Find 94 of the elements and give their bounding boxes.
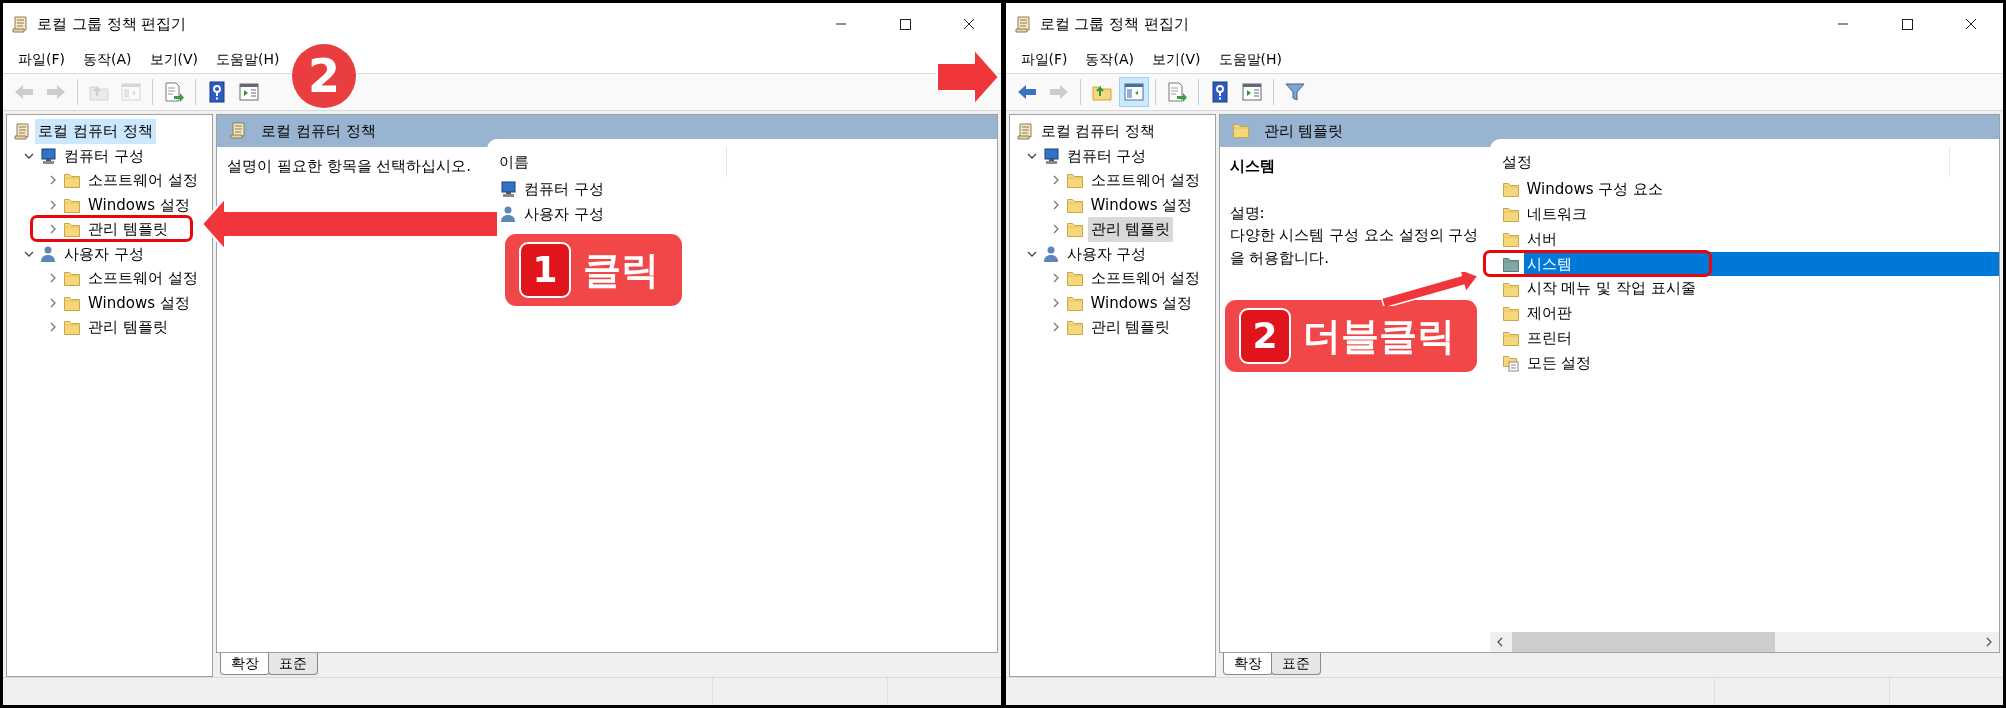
menu-item[interactable]: 동작(A) bbox=[1076, 48, 1143, 70]
menu-item[interactable]: 동작(A) bbox=[74, 48, 141, 70]
tree-item[interactable]: Windows 설정 bbox=[85, 290, 193, 315]
properties-panel-icon bbox=[238, 81, 260, 103]
scroll-icon bbox=[13, 122, 31, 141]
folder-icon bbox=[1501, 304, 1520, 323]
list-item[interactable]: 제어판 bbox=[1523, 301, 1575, 326]
menu-item[interactable]: 파일(F) bbox=[1011, 48, 1077, 70]
user-icon bbox=[499, 205, 517, 224]
menu-item[interactable]: 파일(F) bbox=[9, 48, 74, 70]
list-item[interactable]: Windows 구성 요소 bbox=[1523, 177, 1666, 202]
scroll-icon bbox=[11, 15, 29, 33]
column-header[interactable]: 설정 bbox=[1501, 150, 1532, 174]
window-title: 로컬 그룹 정책 편집기 bbox=[1039, 13, 1189, 35]
tree-item[interactable]: 로컬 컴퓨터 정책 bbox=[35, 119, 156, 144]
tree-item[interactable]: 컴퓨터 구성 bbox=[61, 143, 147, 168]
folder-icon bbox=[63, 220, 81, 239]
folder-icon bbox=[1501, 230, 1520, 248]
step-number: 1 bbox=[519, 242, 571, 298]
view-tab[interactable]: 표준 bbox=[1270, 653, 1321, 675]
step-number: 2 bbox=[1239, 308, 1291, 364]
list-item[interactable]: 시스템 bbox=[1523, 251, 1999, 277]
menu-item[interactable]: 도움말(H) bbox=[1209, 48, 1291, 70]
computer-icon bbox=[499, 180, 517, 199]
user-icon bbox=[1041, 244, 1060, 263]
folder-icon bbox=[63, 171, 81, 190]
column-header[interactable]: 이름 bbox=[499, 150, 529, 174]
tree-item[interactable]: 사용자 구성 bbox=[1063, 241, 1150, 266]
menu-item[interactable]: 보기(V) bbox=[140, 48, 207, 70]
folder-icon bbox=[63, 269, 81, 288]
tree-item[interactable]: 컴퓨터 구성 bbox=[1063, 143, 1150, 168]
panel-icon bbox=[120, 81, 142, 103]
tree-item[interactable]: 소프트웨어 설정 bbox=[1087, 266, 1204, 291]
horizontal-scrollbar[interactable] bbox=[1489, 632, 1999, 652]
folder-icon bbox=[1065, 318, 1084, 337]
callout-text: 더블클릭 bbox=[1303, 312, 1455, 360]
close-icon bbox=[1965, 18, 1977, 30]
header-title: 로컬 컴퓨터 정책 bbox=[261, 120, 376, 142]
tree-item[interactable]: 사용자 구성 bbox=[61, 241, 147, 266]
tree-item[interactable]: 소프트웨어 설정 bbox=[85, 168, 201, 193]
user-icon bbox=[39, 244, 57, 263]
header-title: 관리 템플릿 bbox=[1263, 120, 1344, 142]
list-item[interactable]: 컴퓨터 구성 bbox=[521, 177, 607, 202]
window-title: 로컬 그룹 정책 편집기 bbox=[37, 13, 187, 35]
view-tab[interactable]: 확장 bbox=[220, 653, 270, 675]
folder-icon bbox=[1065, 171, 1084, 190]
tree-item[interactable]: 소프트웨어 설정 bbox=[85, 266, 201, 291]
tree-item[interactable]: 관리 템플릿 bbox=[1087, 217, 1174, 242]
folder-icon bbox=[1065, 220, 1084, 239]
folder-icon bbox=[1501, 329, 1520, 348]
view-tab[interactable]: 표준 bbox=[268, 653, 318, 675]
export-list-icon bbox=[163, 81, 185, 103]
maximize-icon bbox=[898, 18, 911, 30]
view-tab[interactable]: 확장 bbox=[1222, 653, 1273, 675]
maximize-icon bbox=[1901, 18, 1913, 30]
list-item[interactable]: 프린터 bbox=[1523, 325, 1575, 351]
folder-icon bbox=[1501, 180, 1520, 199]
description-text: 다양한 시스템 구성 요소 설정의 구성을 허용합니다. bbox=[1229, 225, 1480, 269]
tree-item[interactable]: 로컬 컴퓨터 정책 bbox=[1037, 119, 1159, 144]
folder-icon bbox=[1065, 269, 1084, 288]
description-text: 설명이 필요한 항목을 선택하십시오. bbox=[227, 156, 473, 177]
settings-folder-icon bbox=[1501, 353, 1520, 372]
description-label: 설명: bbox=[1229, 202, 1266, 224]
list-item[interactable]: 모든 설정 bbox=[1523, 350, 1595, 376]
tree-item[interactable]: Windows 설정 bbox=[1087, 192, 1196, 217]
toolbar-button[interactable] bbox=[1118, 77, 1149, 107]
folder-icon bbox=[1231, 121, 1252, 141]
scroll-icon bbox=[1013, 15, 1032, 33]
scrollbar-thumb[interactable] bbox=[1511, 632, 1775, 652]
menu-item[interactable]: 도움말(H) bbox=[207, 48, 289, 70]
list-item[interactable]: 시작 메뉴 및 작업 표시줄 bbox=[1523, 276, 1699, 301]
properties-panel-icon bbox=[1240, 81, 1263, 103]
help-book-icon bbox=[206, 81, 228, 103]
filter-icon bbox=[1283, 81, 1306, 103]
close-icon bbox=[962, 18, 975, 30]
tree-item[interactable]: 관리 템플릿 bbox=[85, 315, 171, 340]
item-title: 시스템 bbox=[1229, 156, 1276, 177]
tree-item[interactable]: 관리 템플릿 bbox=[1087, 315, 1174, 340]
panel-icon bbox=[1122, 81, 1145, 103]
scroll-icon bbox=[1015, 122, 1034, 141]
list-item[interactable]: 서버 bbox=[1523, 226, 1560, 252]
computer-icon bbox=[1041, 146, 1060, 165]
tree-item[interactable]: Windows 설정 bbox=[85, 192, 193, 217]
folder-icon bbox=[1501, 205, 1520, 224]
callout-text: 클릭 bbox=[583, 246, 659, 294]
tree-item[interactable]: 관리 템플릿 bbox=[85, 217, 171, 242]
folder-icon bbox=[63, 318, 81, 337]
tree-item[interactable]: 소프트웨어 설정 bbox=[1087, 168, 1204, 193]
list-item[interactable]: 사용자 구성 bbox=[521, 201, 607, 227]
list-item[interactable]: 네트워크 bbox=[1523, 201, 1590, 227]
menu-item[interactable]: 보기(V) bbox=[1143, 48, 1210, 70]
tree-item[interactable]: Windows 설정 bbox=[1087, 290, 1196, 315]
computer-icon bbox=[39, 146, 57, 165]
export-list-icon bbox=[1165, 81, 1188, 103]
